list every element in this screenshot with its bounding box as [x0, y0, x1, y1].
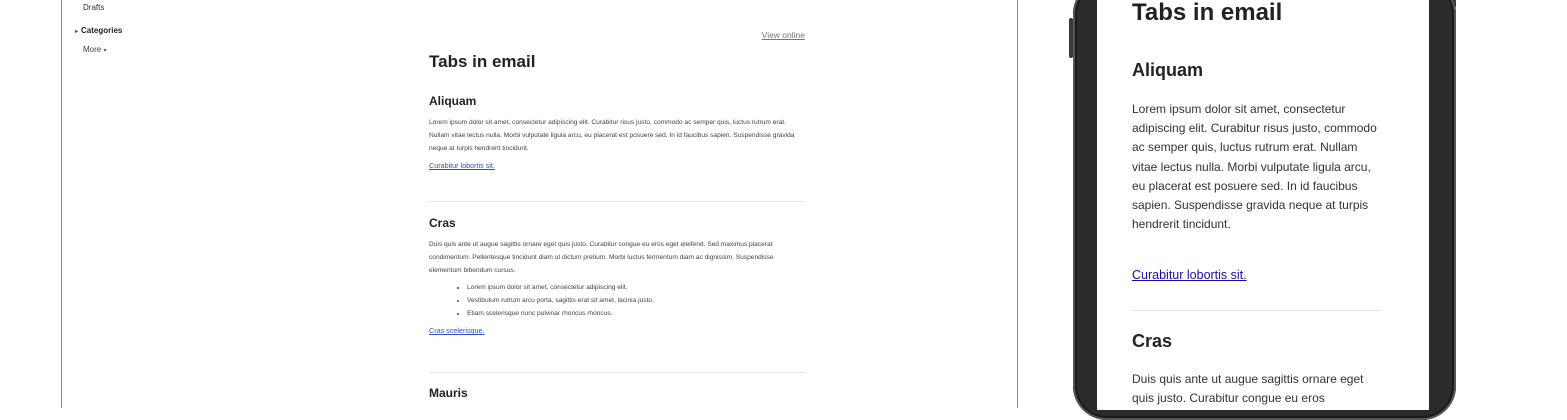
sidebar-item-drafts[interactable]: Drafts — [83, 3, 104, 12]
list-item: Vestibulum rutrum arcu porta, sagittis e… — [467, 294, 805, 307]
email-section-cras: Cras Duis quis ante ut augue sagittis or… — [429, 216, 805, 335]
mobile-section-link[interactable]: Curabitur lobortis sit. — [1132, 268, 1382, 282]
sidebar-item-label: Categories — [81, 26, 123, 35]
email-title: Tabs in email — [429, 52, 536, 71]
section-divider — [429, 372, 805, 373]
email-section-mauris: Mauris — [429, 386, 805, 400]
desktop-webmail-window: g Drafts ▸Categories More ▾ View online … — [61, 0, 1018, 408]
mobile-section-body: Duis quis ante ut augue sagittis ornare … — [1132, 372, 1364, 406]
list-item: Etiam scelerisque nunc pulvinar rhoncus … — [467, 307, 805, 320]
section-body: Lorem ipsum dolor sit amet, consectetur … — [429, 119, 795, 152]
phone-screen: Tabs in email Aliquam Lorem ipsum dolor … — [1097, 0, 1429, 410]
section-link[interactable]: Curabitur lobortis sit. — [429, 161, 805, 170]
mobile-section-body: Lorem ipsum dolor sit amet, consectetur … — [1132, 102, 1377, 232]
chevron-down-icon: ▾ — [103, 48, 107, 54]
sidebar-item-categories[interactable]: ▸ Categories — [75, 26, 122, 35]
mobile-email-title: Tabs in email — [1132, 0, 1283, 26]
section-link[interactable]: Cras scelerisque. — [429, 326, 805, 335]
mobile-section-heading: Aliquam — [1132, 60, 1204, 80]
section-body: Duis quis ante ut augue sagittis ornare … — [429, 241, 774, 274]
view-online-link[interactable]: View online — [762, 30, 805, 40]
sidebar-item-more[interactable]: More ▾ — [83, 45, 106, 54]
section-divider — [429, 201, 805, 202]
email-section-aliquam: Aliquam Lorem ipsum dolor sit amet, cons… — [429, 94, 805, 170]
mobile-section-divider — [1132, 310, 1382, 311]
list-item: Lorem ipsum dolor sit amet, consectetur … — [467, 281, 805, 294]
section-heading: Cras — [429, 216, 456, 230]
section-heading: Aliquam — [429, 94, 477, 108]
section-heading: Mauris — [429, 386, 468, 400]
sidebar-item-label: More — [83, 45, 102, 54]
mobile-section-heading: Cras — [1132, 331, 1173, 351]
bullet-list: Lorem ipsum dolor sit amet, consectetur … — [429, 281, 805, 320]
